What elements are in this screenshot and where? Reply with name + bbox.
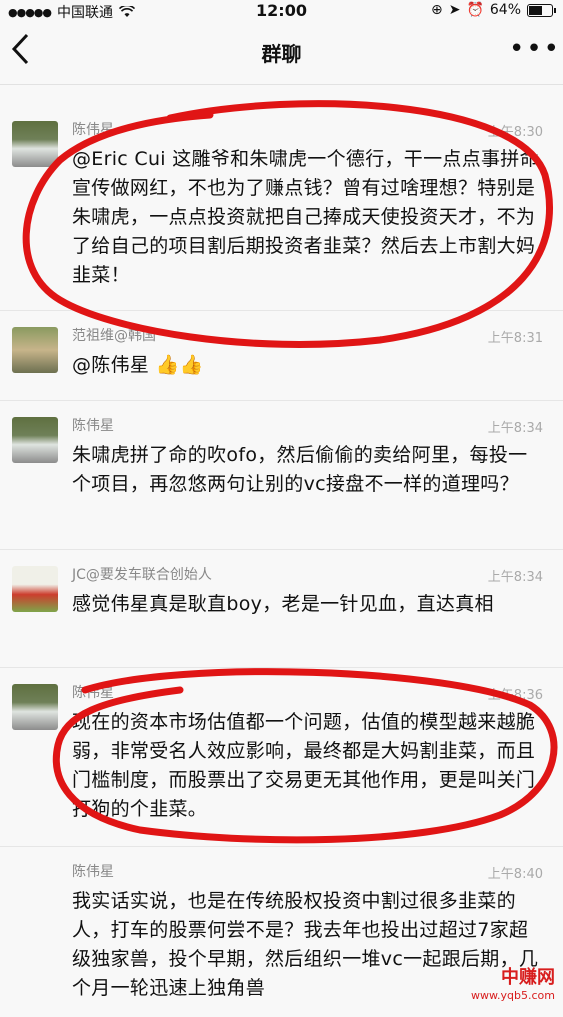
message-text: 现在的资本市场估值都一个问题，估值的模型越来越脆弱，非常受名人效应影响，最终都是… [72,711,536,820]
sender-name: 陈伟星 [72,418,114,434]
battery-icon [527,3,556,17]
message-text: @陈伟星 👍👍 [72,354,204,376]
message-time: 上午8:31 [487,331,543,346]
battery-percent: 64% [489,2,521,18]
more-button[interactable]: ••• [509,36,559,66]
avatar[interactable] [12,566,58,612]
sender-name: 范祖维@韩国 [72,328,156,344]
message-time: 上午8:40 [487,867,543,882]
avatar[interactable] [12,684,58,730]
status-bar: ●●●●● 中国联通 12:00 ⊕ ➤ ⏰ 64% [0,0,563,22]
sender-name: 陈伟星 [72,685,114,701]
sender-name: 陈伟星 [72,864,114,880]
sender-name: 陈伟星 [72,122,114,138]
sender-name: JC@要发车联合创始人 [72,567,212,583]
message-time: 上午8:34 [487,421,543,436]
battery-fill [529,5,543,15]
avatar[interactable] [12,417,58,463]
watermark-title: 中赚网 [501,967,555,988]
alarm-icon: ⏰ [466,2,484,18]
message-text: @Eric Cui 这雕爷和朱啸虎一个德行，干一点点事拼命宣传做网红，不也为了赚… [72,148,539,286]
message-item[interactable]: 范祖维@韩国 上午8:31 @陈伟星 👍👍 [0,311,563,401]
message-time: 上午8:30 [487,125,543,140]
message-text: 感觉伟星真是耿直boy，老是一针见血，直达真相 [72,593,494,615]
page-title: 群聊 [261,42,302,66]
watermark-url: www.yqb5.com [471,989,555,1002]
message-item[interactable]: 陈伟星 上午8:30 @Eric Cui 这雕爷和朱啸虎一个德行，干一点点事拼命… [0,105,563,311]
message-item[interactable]: 陈伟星 上午8:36 现在的资本市场估值都一个问题，估值的模型越来越脆弱，非常受… [0,668,563,847]
message-time: 上午8:34 [487,570,543,585]
watermark: 中赚网 www.yqb5.com [471,963,555,1002]
avatar[interactable] [12,327,58,373]
message-time: 上午8:36 [487,688,543,703]
avatar[interactable] [12,121,58,167]
location-icon: ➤ [448,2,461,18]
rotation-lock-icon: ⊕ [430,2,443,18]
nav-bar: 群聊 ••• [0,22,563,85]
message-text: 朱啸虎拼了命的吹ofo，然后偷偷的卖给阿里，每投一个项目，再忽悠两句让别的vc接… [72,444,528,495]
message-item[interactable]: 陈伟星 上午8:34 朱啸虎拼了命的吹ofo，然后偷偷的卖给阿里，每投一个项目，… [0,401,563,550]
more-dots-icon: ••• [509,34,562,64]
message-item[interactable]: JC@要发车联合创始人 上午8:34 感觉伟星真是耿直boy，老是一针见血，直达… [0,550,563,668]
